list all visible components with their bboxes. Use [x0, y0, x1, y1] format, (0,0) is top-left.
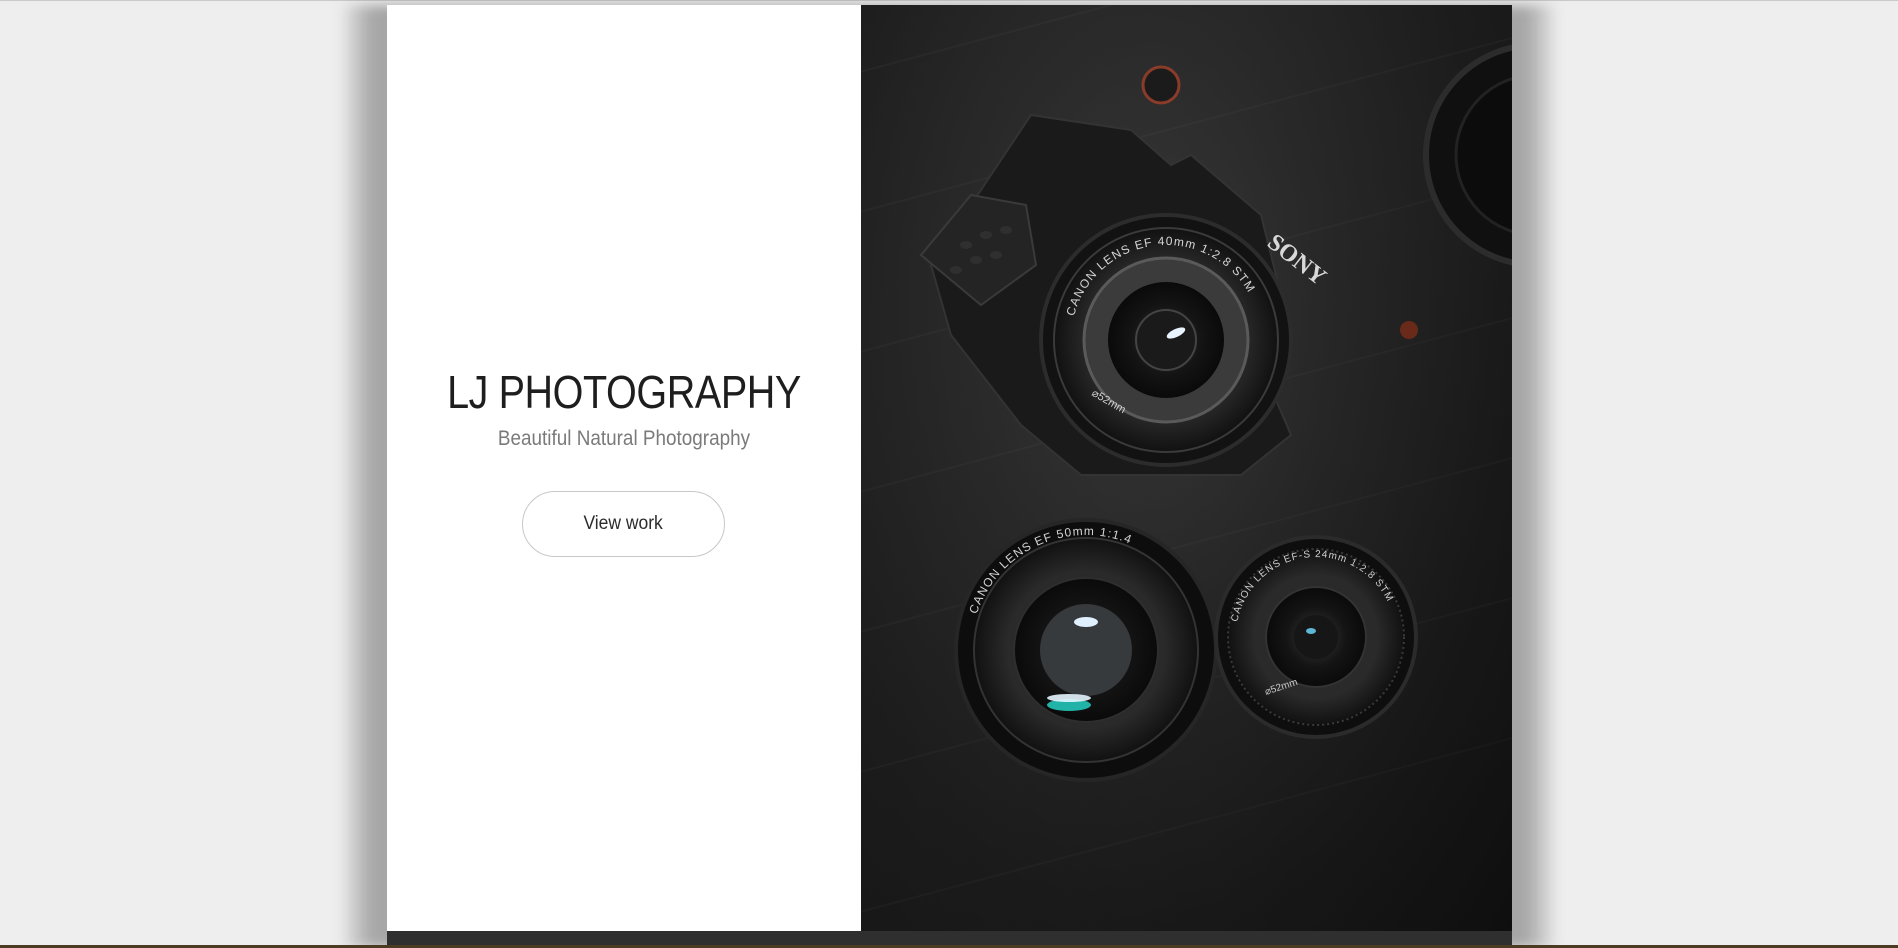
- lens-24mm: CANON LENS EF-S 24mm 1:2.8 STM ⌀52mm: [1214, 535, 1418, 739]
- landing-page: LJ PHOTOGRAPHY Beautiful Natural Photogr…: [387, 5, 1512, 948]
- main-lens: CANON LENS EF 40mm 1:2.8 STM ⌀52mm: [1039, 213, 1293, 467]
- camera-photo-illustration: SONY CANON LENS EF 40mm 1:2.8 STM ⌀52mm: [861, 5, 1512, 931]
- site-title: LJ PHOTOGRAPHY: [447, 366, 801, 418]
- hero-text-panel: LJ PHOTOGRAPHY Beautiful Natural Photogr…: [387, 5, 861, 931]
- site-subtitle: Beautiful Natural Photography: [497, 427, 751, 450]
- lens-50mm: CANON LENS EF 50mm 1:1.4: [954, 518, 1218, 782]
- hero-photo-camera-lenses: SONY CANON LENS EF 40mm 1:2.8 STM ⌀52mm: [861, 5, 1512, 931]
- view-work-button-label: View work: [583, 513, 664, 534]
- view-work-button[interactable]: View work: [522, 491, 725, 557]
